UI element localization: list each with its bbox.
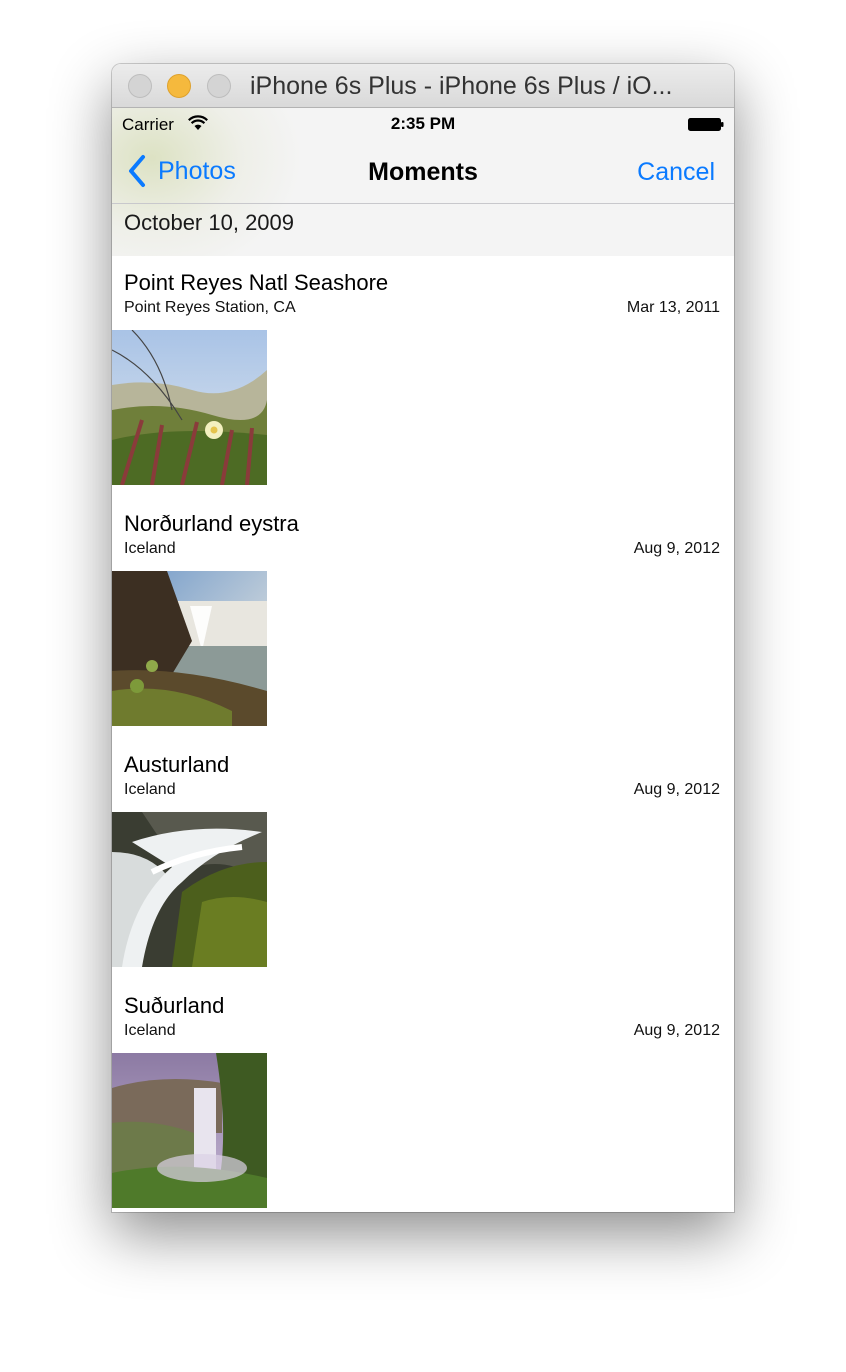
moment-section: Point Reyes Natl Seashore Point Reyes St… <box>112 256 734 497</box>
moment-location: Point Reyes Station, CA <box>124 299 296 316</box>
iceplant-flower-photo <box>112 330 267 485</box>
moment-date: Aug 9, 2012 <box>633 1022 720 1039</box>
moment-section: Norðurland eystra Iceland Aug 9, 2012 <box>112 497 734 738</box>
battery-icon <box>688 118 724 131</box>
navigation-bar: Photos Moments Cancel <box>112 138 734 204</box>
moment-section: Austurland Iceland Aug 9, 2012 <box>112 738 734 979</box>
moment-location: Iceland <box>124 540 176 557</box>
moment-title: Suðurland <box>124 993 225 1018</box>
photo-thumbnail[interactable] <box>112 571 267 726</box>
moment-title: Point Reyes Natl Seashore <box>124 270 389 295</box>
photo-thumbnail[interactable] <box>112 330 267 485</box>
window-titlebar[interactable]: iPhone 6s Plus - iPhone 6s Plus / iO... <box>112 64 734 108</box>
moment-title: Austurland <box>124 752 230 777</box>
moment-date: Mar 13, 2011 <box>626 299 720 316</box>
misty-waterfall-photo <box>112 1053 267 1208</box>
moment-title: Norðurland eystra <box>124 511 299 536</box>
moment-location: Iceland <box>124 1022 176 1039</box>
waterfall-cliff-photo <box>112 571 267 726</box>
minimize-window-button[interactable] <box>167 74 191 98</box>
mossy-waterfall-photo <box>112 812 267 967</box>
moment-date: Aug 9, 2012 <box>633 540 720 557</box>
moment-location: Iceland <box>124 781 176 798</box>
cancel-button[interactable]: Cancel <box>637 158 715 187</box>
moment-section: Suðurland Iceland Aug 9, 2012 <box>112 979 734 1212</box>
status-bar: Carrier 2:35 PM <box>112 108 734 138</box>
photo-thumbnail[interactable] <box>112 1053 267 1208</box>
section-header-date: October 10, 2009 <box>124 210 295 235</box>
window-title: iPhone 6s Plus - iPhone 6s Plus / iO... <box>250 72 673 100</box>
close-window-button[interactable] <box>128 74 152 98</box>
zoom-window-button[interactable] <box>207 74 231 98</box>
status-time: 2:35 PM <box>390 114 456 133</box>
moment-date: Aug 9, 2012 <box>633 781 720 798</box>
phone-screen: Carrier 2:35 PM Photos Moments Cancel Oc… <box>112 108 734 1212</box>
photo-thumbnail[interactable] <box>112 812 267 967</box>
simulator-window: iPhone 6s Plus - iPhone 6s Plus / iO... … <box>112 64 734 1212</box>
